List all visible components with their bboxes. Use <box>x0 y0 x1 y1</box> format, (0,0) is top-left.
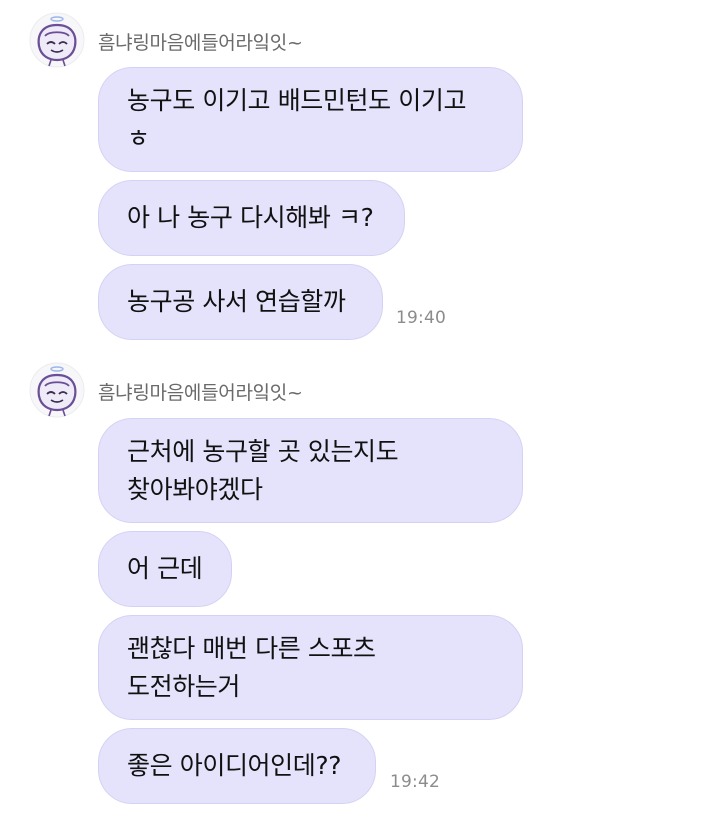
message-text: 괜찮다 매번 다른 스포츠 <box>127 634 376 663</box>
message-text: 농구도 이기고 배드민턴도 이기고 <box>127 86 467 115</box>
sender-name: 흠냐링마음에들어라잌잇~ <box>98 32 303 54</box>
message-bubble[interactable]: 농구공 사서 연습할까 <box>98 264 383 340</box>
avatar[interactable] <box>29 12 85 68</box>
message-timestamp: 19:42 <box>390 772 440 792</box>
message-bubble[interactable]: 좋은 아이디어인데?? <box>98 728 376 804</box>
message-text: 어 근데 <box>127 554 203 583</box>
profile-character-icon <box>29 362 85 418</box>
message-bubble[interactable]: 근처에 농구할 곳 있는지도 찾아봐야겠다 <box>98 418 523 523</box>
avatar[interactable] <box>29 362 85 418</box>
message-bubble[interactable]: 어 근데 <box>98 531 232 607</box>
message-bubble[interactable]: 농구도 이기고 배드민턴도 이기고 ㅎ <box>98 67 523 172</box>
message-bubble[interactable]: 괜찮다 매번 다른 스포츠 도전하는거 <box>98 615 523 720</box>
message-text: 아 나 농구 다시해봐 ㅋ? <box>127 203 374 232</box>
message-text: 근처에 농구할 곳 있는지도 <box>127 437 399 466</box>
message-bubble[interactable]: 아 나 농구 다시해봐 ㅋ? <box>98 180 405 256</box>
message-timestamp: 19:40 <box>396 308 446 328</box>
profile-character-icon <box>29 12 85 68</box>
message-text: 도전하는거 <box>127 672 241 701</box>
message-text: 농구공 사서 연습할까 <box>127 287 346 316</box>
message-text: 좋은 아이디어인데?? <box>127 751 342 780</box>
message-text: ㅎ <box>127 124 150 153</box>
sender-name: 흠냐링마음에들어라잌잇~ <box>98 382 303 404</box>
message-text: 찾아봐야겠다 <box>127 475 263 504</box>
